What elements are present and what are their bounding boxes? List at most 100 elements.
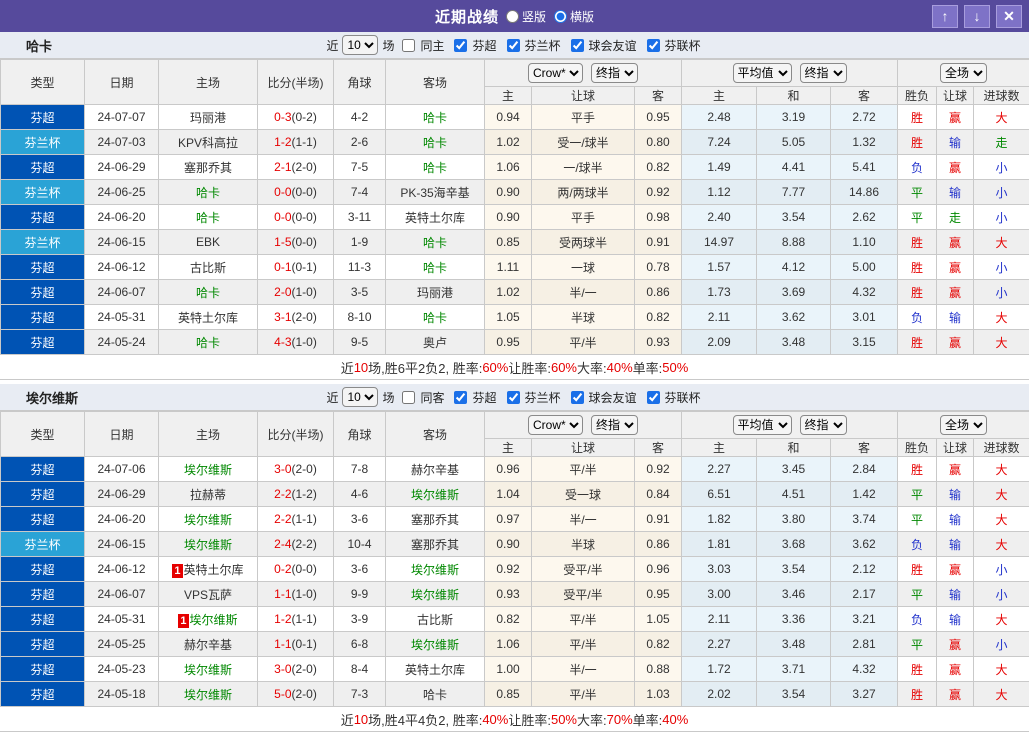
team-link[interactable]: 哈卡: [196, 186, 220, 200]
home-odds-cell: 1.02: [485, 280, 532, 305]
final-index-select-2[interactable]: 终指: [800, 63, 847, 83]
league-friendly-checkbox[interactable]: [571, 391, 584, 404]
corners-cell: 3-11: [334, 205, 386, 230]
home-team-cell: 埃尔维斯: [159, 657, 258, 682]
team-link[interactable]: 英特土尔库: [405, 663, 465, 677]
match-row: 芬超24-06-29拉赫蒂2-2(1-2)4-6埃尔维斯1.04受一球0.846…: [1, 482, 1029, 507]
bookmaker-select[interactable]: Crow*: [528, 415, 583, 435]
team-link[interactable]: 玛丽港: [417, 286, 453, 300]
team-link[interactable]: 哈卡: [196, 336, 220, 350]
away-team-cell: 哈卡: [386, 305, 485, 330]
avg-home-cell: 2.11: [682, 305, 757, 330]
games-count-select[interactable]: 10: [342, 35, 378, 55]
away-team-cell: 塞那乔其: [386, 532, 485, 557]
team-link[interactable]: 玛丽港: [190, 111, 226, 125]
team-link[interactable]: 哈卡: [423, 261, 447, 275]
handicap-result-cell: 赢: [937, 230, 974, 255]
average-group-header: 平均值 终指: [682, 412, 898, 439]
team-link[interactable]: PK-35海辛基: [400, 186, 469, 200]
avg-home-cell: 2.40: [682, 205, 757, 230]
games-count-select[interactable]: 10: [342, 387, 378, 407]
home-team-cell: 英特土尔库: [159, 305, 258, 330]
summary-text: 大率:: [577, 710, 607, 729]
move-down-button[interactable]: ↓: [964, 5, 990, 28]
away-odds-cell: 0.82: [635, 155, 682, 180]
team-link[interactable]: 埃尔维斯: [184, 688, 232, 702]
col-handicap-result: 让球: [937, 87, 974, 105]
team-link[interactable]: 塞那乔其: [411, 538, 459, 552]
vertical-radio[interactable]: [506, 10, 519, 23]
team-link[interactable]: 埃尔维斯: [184, 538, 232, 552]
home-odds-cell: 0.97: [485, 507, 532, 532]
league-liiga-checkbox[interactable]: [647, 39, 660, 52]
same-venue-checkbox[interactable]: [402, 39, 415, 52]
team-link[interactable]: 埃尔维斯: [411, 588, 459, 602]
team-link[interactable]: 赫尔辛基: [411, 463, 459, 477]
away-odds-cell: 0.91: [635, 230, 682, 255]
team-link[interactable]: 塞那乔其: [411, 513, 459, 527]
match-result-cell: 胜: [898, 457, 937, 482]
handicap-line-cell: 两/两球半: [532, 180, 635, 205]
team-link[interactable]: 英特土尔库: [405, 211, 465, 225]
layout-vertical-option[interactable]: 竖版: [506, 8, 546, 25]
final-index-select[interactable]: 终指: [591, 63, 638, 83]
goals-result-cell: 大: [974, 305, 1029, 330]
team-link[interactable]: 哈卡: [423, 236, 447, 250]
same-venue-checkbox[interactable]: [402, 391, 415, 404]
avg-draw-cell: 3.71: [757, 657, 831, 682]
team-link[interactable]: 英特土尔库: [178, 311, 238, 325]
league-cup-checkbox[interactable]: [507, 39, 520, 52]
league-cup-checkbox[interactable]: [507, 391, 520, 404]
close-button[interactable]: ✕: [996, 5, 1022, 28]
league-friendly-checkbox[interactable]: [571, 39, 584, 52]
team-link[interactable]: 埃尔维斯: [411, 488, 459, 502]
average-select[interactable]: 平均值: [733, 63, 792, 83]
team-link[interactable]: 埃尔维斯: [184, 513, 232, 527]
team-link[interactable]: EBK: [196, 235, 220, 249]
team-link[interactable]: 埃尔维斯: [184, 663, 232, 677]
home-odds-cell: 1.06: [485, 155, 532, 180]
move-up-button[interactable]: ↑: [932, 5, 958, 28]
score-cell: 0-1(0-1): [258, 255, 334, 280]
team-link[interactable]: 古比斯: [417, 613, 453, 627]
team-link[interactable]: 埃尔维斯: [411, 638, 459, 652]
average-select[interactable]: 平均值: [733, 415, 792, 435]
final-index-select-2[interactable]: 终指: [800, 415, 847, 435]
team-link[interactable]: 哈卡: [196, 286, 220, 300]
team-link[interactable]: 赫尔辛基: [184, 638, 232, 652]
team-link[interactable]: 哈卡: [423, 161, 447, 175]
league-liiga-checkbox[interactable]: [647, 391, 660, 404]
team-link[interactable]: 哈卡: [423, 688, 447, 702]
team-link[interactable]: 哈卡: [423, 311, 447, 325]
horizontal-radio[interactable]: [554, 10, 567, 23]
scope-select[interactable]: 全场: [940, 63, 987, 83]
score-cell: 1-5(0-0): [258, 230, 334, 255]
team-link[interactable]: 埃尔维斯: [411, 563, 459, 577]
home-team-cell: 塞那乔其: [159, 155, 258, 180]
home-odds-cell: 0.95: [485, 330, 532, 355]
team-link[interactable]: 埃尔维斯: [190, 613, 238, 627]
team-link[interactable]: 英特土尔库: [184, 563, 244, 577]
team-link[interactable]: 塞那乔其: [184, 161, 232, 175]
bookmaker-select[interactable]: Crow*: [528, 63, 583, 83]
date-cell: 24-06-20: [85, 507, 159, 532]
team-link[interactable]: VPS瓦萨: [184, 588, 232, 602]
games-label: 场: [382, 37, 394, 54]
avg-away-cell: 3.62: [831, 532, 898, 557]
team-link[interactable]: 埃尔维斯: [184, 463, 232, 477]
away-odds-cell: 0.92: [635, 457, 682, 482]
team-link[interactable]: 哈卡: [423, 111, 447, 125]
scope-select[interactable]: 全场: [940, 415, 987, 435]
final-index-select[interactable]: 终指: [591, 415, 638, 435]
league-super-checkbox[interactable]: [454, 391, 467, 404]
league-super-checkbox[interactable]: [454, 39, 467, 52]
team-link[interactable]: 古比斯: [190, 261, 226, 275]
team-link[interactable]: 拉赫蒂: [190, 488, 226, 502]
team-link[interactable]: KPV科高拉: [178, 136, 238, 150]
layout-horizontal-option[interactable]: 横版: [554, 8, 594, 25]
match-row: 芬超24-06-20埃尔维斯2-2(1-1)3-6塞那乔其0.97半/一0.91…: [1, 507, 1029, 532]
team-link[interactable]: 奥卢: [423, 336, 447, 350]
team-link[interactable]: 哈卡: [423, 136, 447, 150]
team-link[interactable]: 哈卡: [196, 211, 220, 225]
handicap-line-cell: 半/一: [532, 657, 635, 682]
